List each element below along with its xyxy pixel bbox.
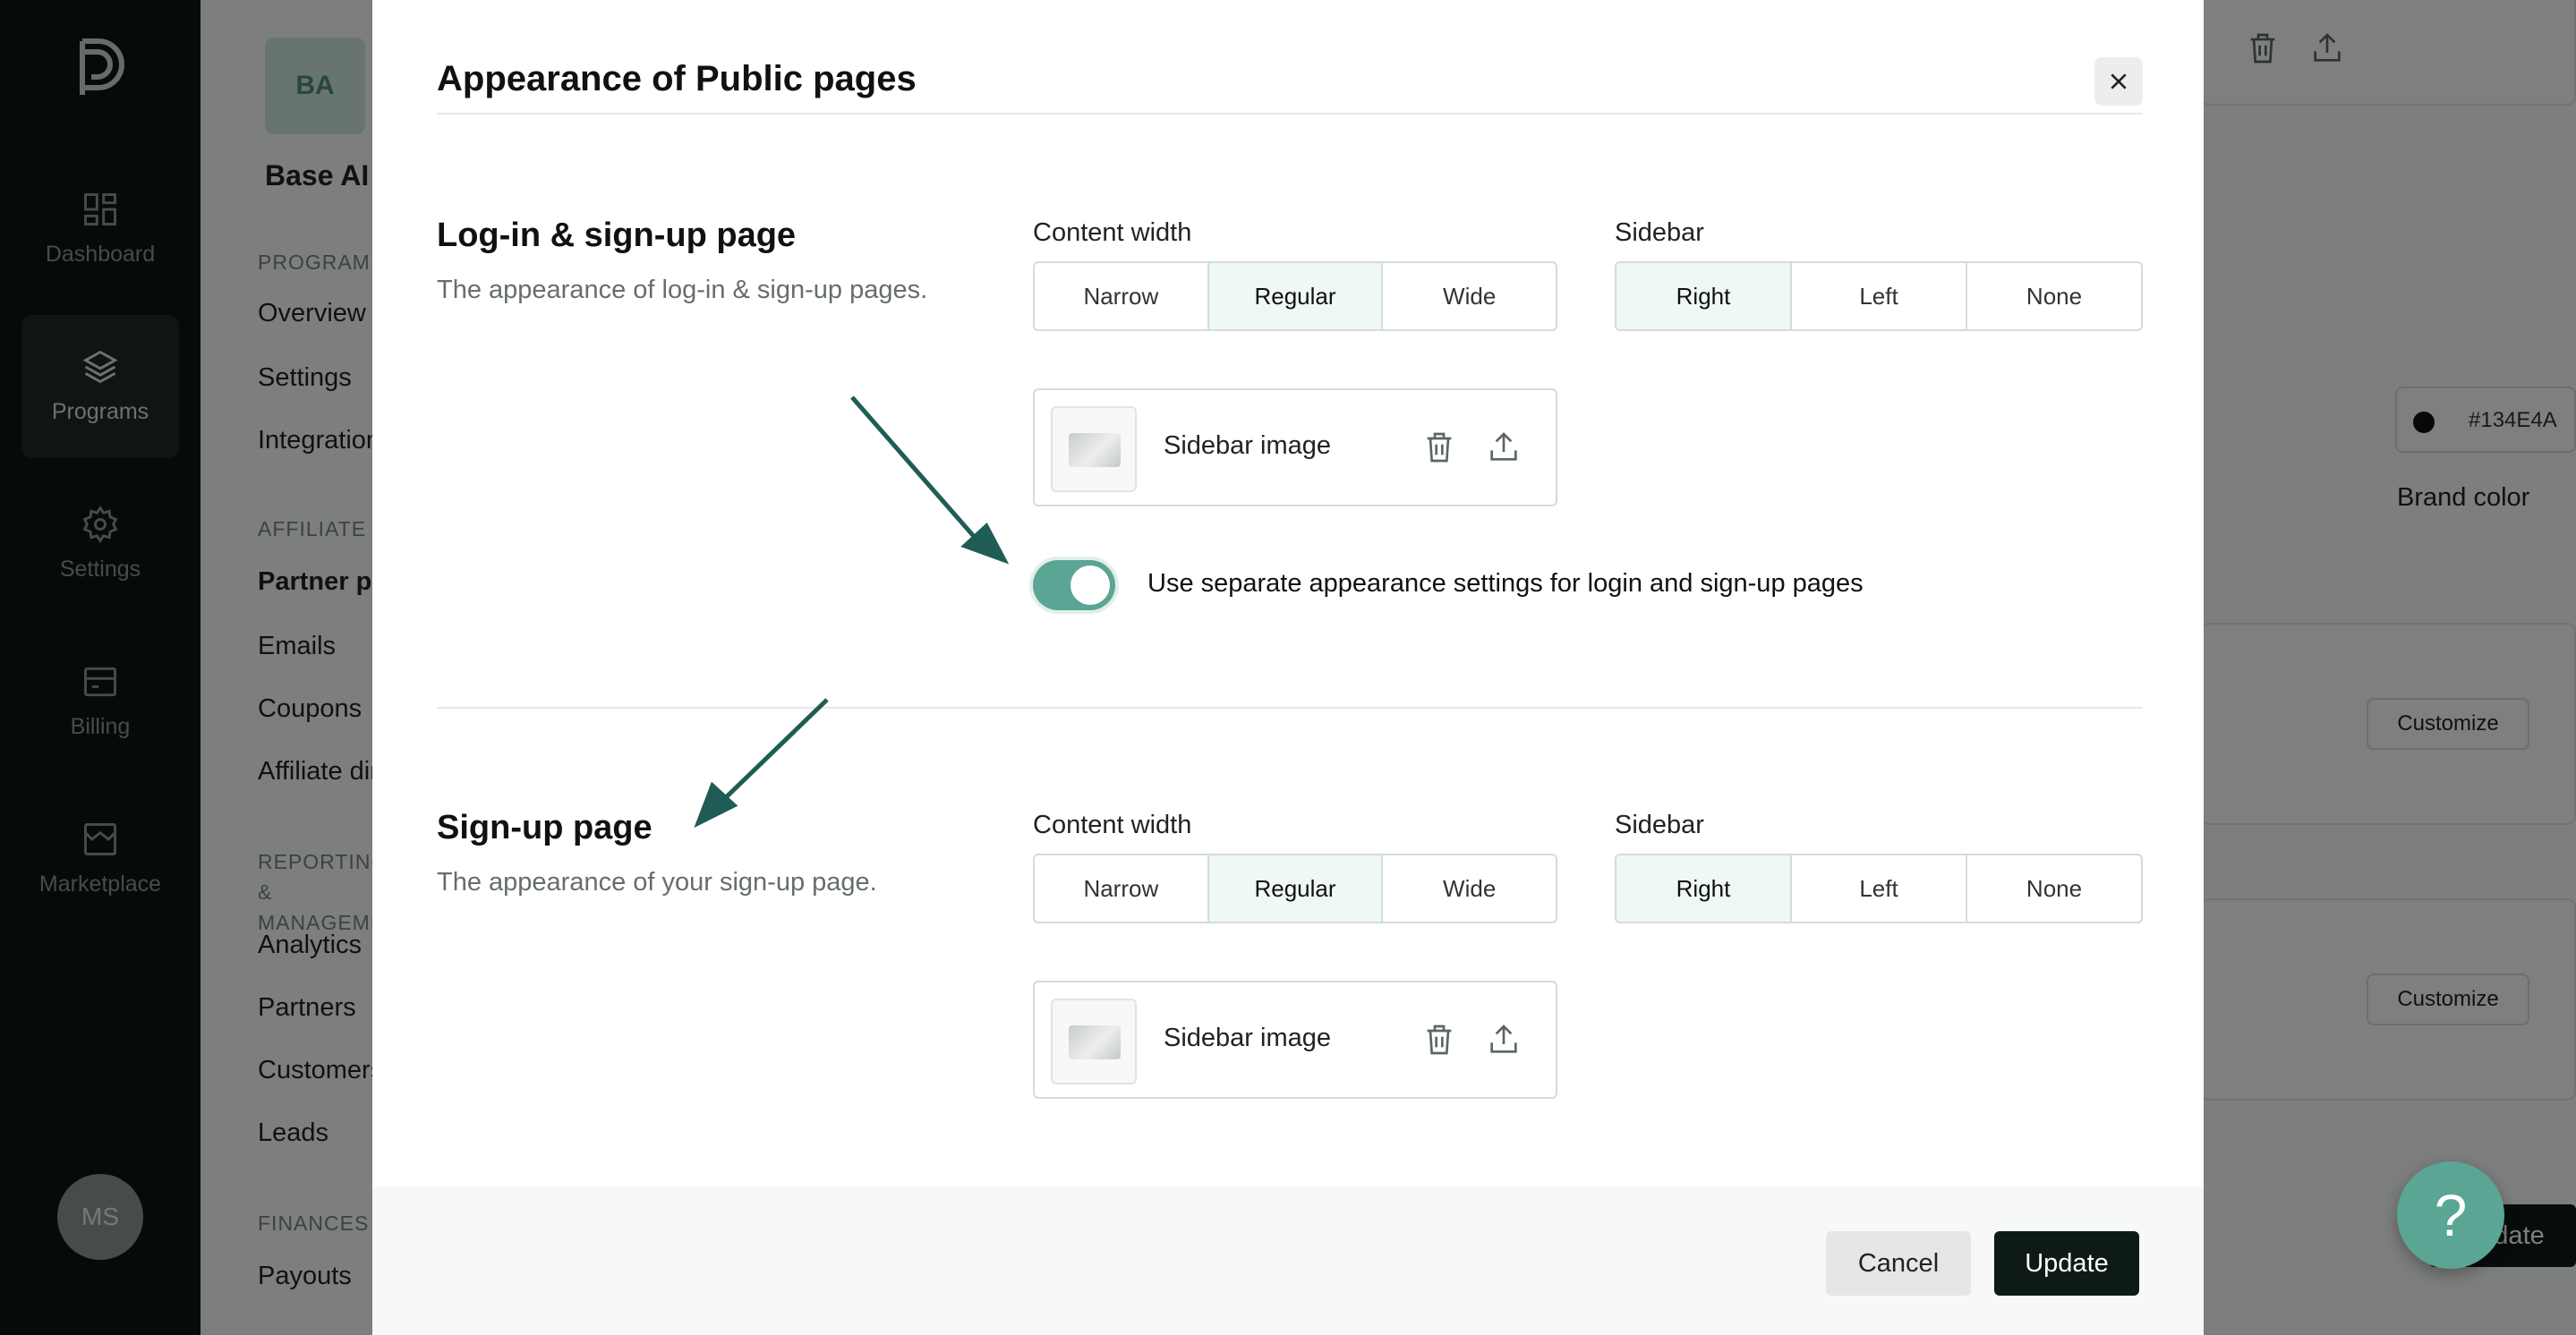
- annotation-arrow-signup: [694, 698, 829, 829]
- annotation-arrows: [694, 395, 1010, 829]
- annotation-arrow-toggle: [850, 395, 1010, 565]
- help-button[interactable]: ?: [2397, 1161, 2504, 1269]
